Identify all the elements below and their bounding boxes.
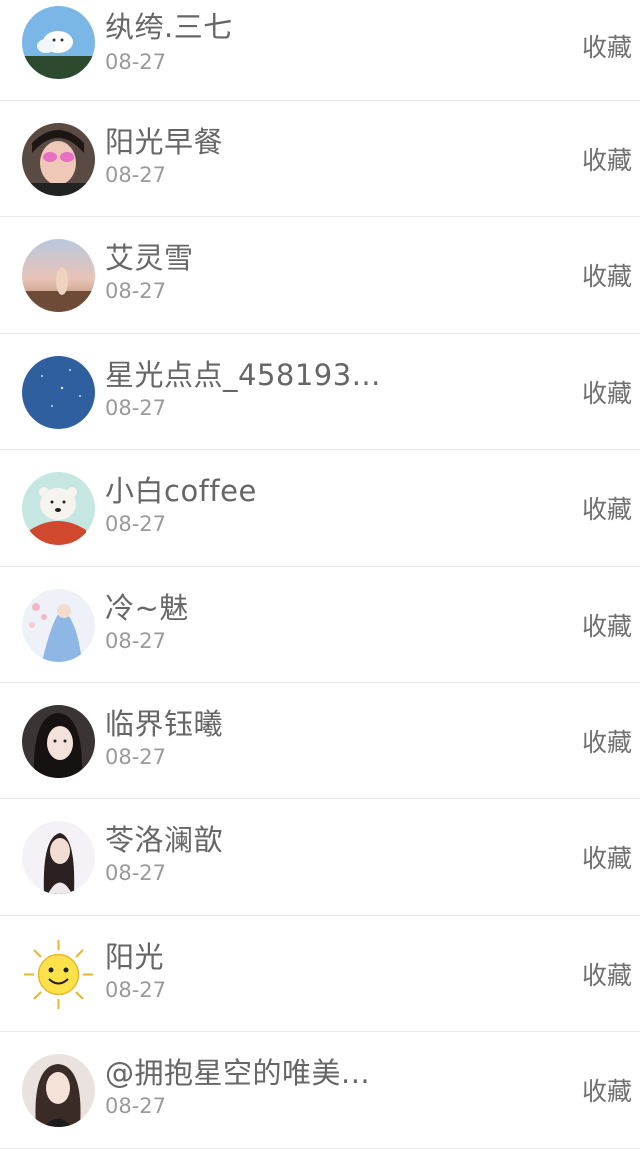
favorite-button[interactable]: 收藏 [582,956,632,992]
anime-girl-blue-icon [22,588,95,662]
date-label: 08-27 [105,395,167,420]
list-item[interactable]: 冷~魅 08-27 收藏 [0,566,640,683]
user-name: 阳光 [105,939,165,974]
favorite-button[interactable]: 收藏 [582,1072,632,1108]
favorite-button[interactable]: 收藏 [582,839,632,875]
favorite-button[interactable]: 收藏 [582,141,632,177]
avatar[interactable] [22,355,95,429]
list-item[interactable]: 苓洛澜歆 08-27 收藏 [0,799,640,916]
woman-portrait-icon [22,821,95,895]
user-name: @拥抱星空的唯美... [105,1056,371,1091]
favorite-button[interactable]: 收藏 [582,257,632,293]
date-label: 08-27 [105,1094,167,1119]
date-label: 08-27 [105,628,167,653]
long-hair-girl-icon [22,1054,95,1128]
date-label: 08-27 [105,861,167,886]
favorite-button[interactable]: 收藏 [582,723,632,759]
user-name: 冷~魅 [105,590,189,625]
date-label: 08-27 [105,744,167,769]
avatar[interactable] [22,821,95,895]
user-name: 苓洛澜歆 [105,823,224,858]
favorite-button[interactable]: 收藏 [582,607,632,643]
user-name: 艾灵雪 [105,241,194,276]
girl-sunglasses-icon [22,123,95,196]
avatar[interactable] [22,123,95,196]
list-item[interactable]: 阳光早餐 08-27 收藏 [0,101,640,218]
list-item[interactable]: 阳光 08-27 收藏 [0,915,640,1033]
blue-starry-icon [22,355,95,429]
user-name: 临界钰曦 [105,706,224,741]
avatar[interactable] [22,937,95,1011]
date-label: 08-27 [105,279,167,304]
date-label: 08-27 [105,977,167,1002]
sunset-hand-icon [22,239,95,313]
list-item[interactable]: @拥抱星空的唯美... 08-27 收藏 [0,1032,640,1149]
user-name: 星光点点_458193... [105,357,381,392]
list-item[interactable]: 临界钰曦 08-27 收藏 [0,682,640,800]
polar-bear-scarf-icon [22,472,95,546]
favorite-button[interactable]: 收藏 [582,490,632,526]
list-item[interactable]: 星光点点_458193... 08-27 收藏 [0,333,640,451]
avatar[interactable] [22,1054,95,1128]
list-item[interactable]: 纨绔.三七 08-27 收藏 [0,0,640,101]
date-label: 08-27 [105,50,167,74]
date-label: 08-27 [105,512,167,537]
avatar[interactable] [22,704,95,778]
smiling-sun-icon [22,937,95,1011]
avatar[interactable] [22,588,95,662]
avatar[interactable] [22,472,95,546]
avatar[interactable] [22,6,95,79]
list-item[interactable]: 小白coffee 08-27 收藏 [0,450,640,567]
user-name: 纨绔.三七 [105,10,233,44]
user-name: 小白coffee [105,474,257,509]
user-name: 阳光早餐 [105,125,224,159]
avatar[interactable] [22,239,95,313]
favorite-button[interactable]: 收藏 [582,374,632,410]
cloud-sky-icon [22,6,95,79]
list-item[interactable]: 艾灵雪 08-27 收藏 [0,217,640,334]
favorite-button[interactable]: 收藏 [582,28,632,64]
dark-hair-girl-icon [22,704,95,778]
date-label: 08-27 [105,163,167,187]
user-list: 纨绔.三七 08-27 收藏 阳光早餐 08-27 收藏 艾灵雪 08-27 收… [0,0,640,1149]
